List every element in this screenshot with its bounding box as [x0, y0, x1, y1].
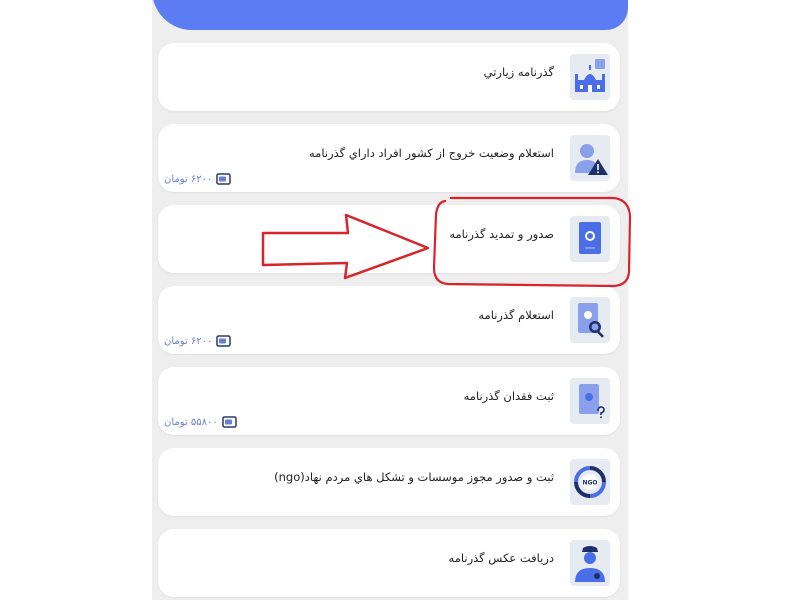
- wallet-icon: [216, 173, 232, 185]
- service-card-exit-status-inquiry[interactable]: استعلام وضعيت خروج از كشور افراد داراي گ…: [158, 124, 620, 192]
- service-title: استعلام وضعيت خروج از كشور افراد داراي گ…: [309, 146, 554, 160]
- service-title: صدور و تمديد گذرنامه: [449, 227, 554, 241]
- service-title: ثبت فقدان گذرنامه: [463, 389, 554, 403]
- service-title: استعلام گذرنامه: [478, 308, 554, 322]
- price-amount: ۶۲۰۰ تومان: [164, 335, 213, 347]
- price-amount: ۵۵۸۰۰ تومان: [164, 416, 218, 428]
- svg-text:NGO: NGO: [582, 480, 597, 487]
- passport-question-icon: [570, 378, 610, 424]
- service-card-ngo-license[interactable]: ثبت و صدور مجوز موسسات و تشكل هاي مردم ن…: [158, 448, 620, 516]
- ngo-icon: NGO: [570, 459, 610, 505]
- header-banner: [152, 0, 628, 30]
- price-tag: ۶۲۰۰ تومان: [164, 334, 232, 348]
- passport-search-icon: [570, 297, 610, 343]
- price-tag: ۶۲۰۰ تومان: [164, 172, 232, 186]
- service-title: گذرنامه زيارتي: [483, 65, 554, 79]
- police-officer-icon: [570, 540, 610, 586]
- wallet-icon: [216, 335, 232, 347]
- phone-screen: گذرنامه زيارتي استعلام وضعيت خروج از كشو…: [152, 0, 628, 600]
- passport-icon: [570, 216, 610, 262]
- service-title: ثبت و صدور مجوز موسسات و تشكل هاي مردم ن…: [274, 470, 554, 484]
- service-card-passport-photo[interactable]: دريافت عكس گذرنامه: [158, 529, 620, 597]
- service-card-register-passport-loss[interactable]: ثبت فقدان گذرنامه ۵۵۸۰۰ تومان: [158, 367, 620, 435]
- service-card-passport-inquiry[interactable]: استعلام گذرنامه ۶۲۰۰ تومان: [158, 286, 620, 354]
- service-title: دريافت عكس گذرنامه: [448, 551, 554, 565]
- price-amount: ۶۲۰۰ تومان: [164, 173, 213, 185]
- service-card-issue-renew-passport[interactable]: صدور و تمديد گذرنامه: [158, 205, 620, 273]
- wallet-icon: [221, 416, 237, 428]
- service-card-pilgrimage-passport[interactable]: گذرنامه زيارتي: [158, 43, 620, 111]
- mosque-icon: [570, 54, 610, 100]
- user-warning-icon: [570, 135, 610, 181]
- price-tag: ۵۵۸۰۰ تومان: [164, 415, 238, 429]
